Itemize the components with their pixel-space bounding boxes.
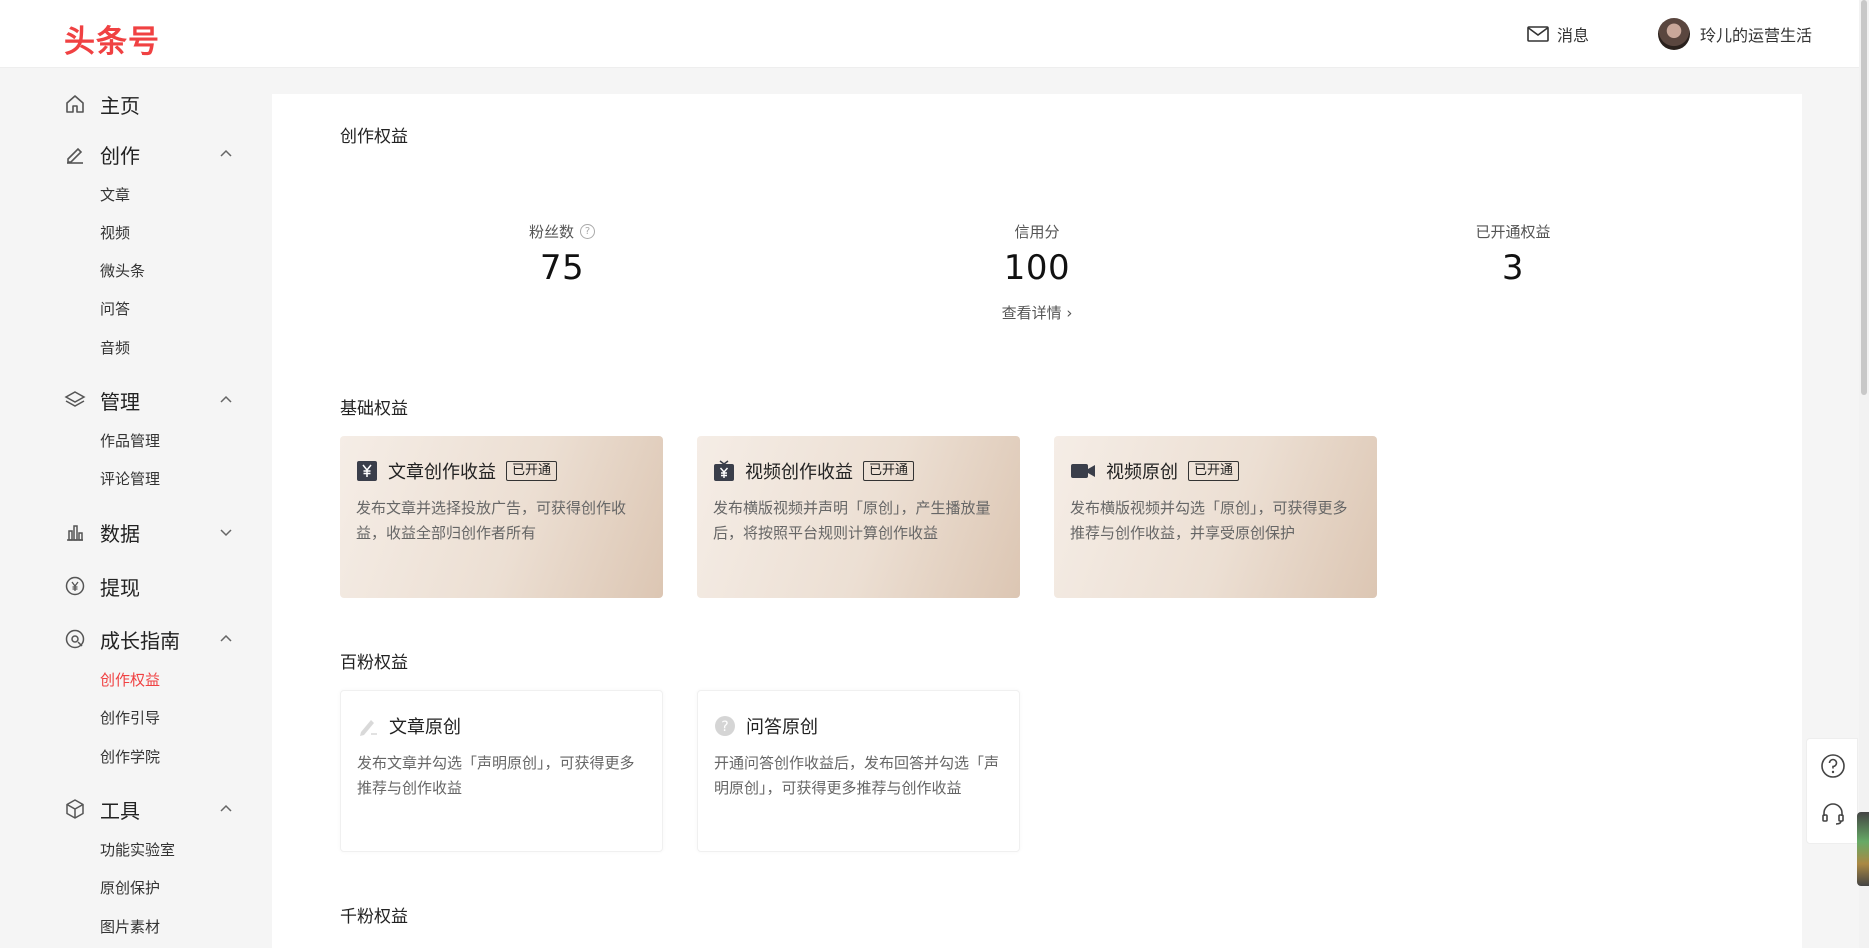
svg-text:?: ? [721, 719, 728, 735]
card-title: 文章原创 [389, 717, 461, 738]
sidebar-item-image-assets[interactable]: 图片素材 [100, 916, 160, 938]
user-menu[interactable]: 玲儿的运营生活 [1658, 17, 1812, 51]
scrollbar-thumb[interactable] [1861, 0, 1867, 395]
rights-stat: 已开通权益 3 [1383, 220, 1643, 289]
fans-label: 粉丝数 [528, 222, 574, 241]
chevron-up-icon[interactable] [218, 631, 234, 647]
fans-value: 75 [539, 248, 585, 288]
layers-icon [64, 389, 86, 411]
card-title: 问答原创 [746, 717, 818, 738]
sidebar-item-label: 成长指南 [100, 628, 180, 653]
compass-icon [64, 628, 86, 650]
bar-chart-icon [64, 521, 86, 543]
sidebar-item-micro-headline[interactable]: 微头条 [100, 260, 145, 282]
help-icon[interactable]: ? [580, 223, 595, 239]
sidebar-item-video[interactable]: 视频 [100, 222, 130, 244]
help-icon[interactable] [1820, 753, 1846, 779]
sidebar-item-creation-guide[interactable]: 创作引导 [100, 707, 160, 729]
chevron-up-icon[interactable] [218, 392, 234, 408]
sidebar-item-home[interactable]: 主页 [64, 89, 234, 119]
edit-icon [64, 143, 86, 165]
credit-label: 信用分 [1014, 222, 1060, 241]
rights-card[interactable]: 视频创作收益 已开通 发布横版视频并声明「原创」，产生播放量后，将按照平台规则计… [697, 436, 1020, 598]
status-badge: 已开通 [506, 461, 558, 481]
yen-icon [356, 460, 378, 482]
card-description: 发布文章并勾选「声明原创」，可获得更多推荐与创作收益 [357, 754, 635, 797]
floating-toolbar [1806, 738, 1858, 844]
card-title: 视频原创 [1106, 462, 1178, 483]
rights-value: 3 [1501, 248, 1525, 288]
side-widget-handle[interactable] [1857, 812, 1869, 886]
credit-value: 100 [1003, 248, 1071, 288]
sidebar-item-create[interactable]: 创作 [64, 139, 234, 169]
tv-yen-icon [713, 460, 735, 482]
view-details-label: 查看详情 [1001, 304, 1062, 322]
chevron-down-icon[interactable] [218, 524, 234, 540]
sidebar-item-qa[interactable]: 问答 [100, 298, 130, 320]
username: 玲儿的运营生活 [1700, 26, 1813, 45]
sidebar-item-creation-rights[interactable]: 创作权益 [100, 669, 160, 691]
fans-stat: 粉丝数 ? 75 [432, 220, 692, 288]
sidebar-item-creation-academy[interactable]: 创作学院 [100, 746, 160, 768]
rights-label: 已开通权益 [1475, 222, 1551, 241]
sidebar-item-tools[interactable]: 工具 [64, 794, 234, 824]
sidebar: 主页 创作 文章 视频 微头条 问答 音频 管理 作品管理 评论管理 数据 提现… [0, 68, 272, 948]
sidebar-item-comments-manage[interactable]: 评论管理 [100, 468, 160, 490]
sidebar-item-manage[interactable]: 管理 [64, 385, 234, 415]
sidebar-item-feature-lab[interactable]: 功能实验室 [100, 839, 175, 861]
video-camera-icon [1070, 460, 1096, 482]
sidebar-item-original-protection[interactable]: 原创保护 [100, 877, 160, 899]
headset-icon[interactable] [1820, 801, 1846, 827]
rights-card[interactable]: 文章原创 发布文章并勾选「声明原创」，可获得更多推荐与创作收益 [340, 690, 663, 852]
messages-button[interactable]: 消息 [1527, 22, 1589, 46]
sidebar-item-label: 数据 [100, 521, 140, 546]
messages-label: 消息 [1557, 26, 1590, 45]
page-title: 创作权益 [340, 127, 408, 147]
status-badge: 已开通 [1188, 461, 1240, 481]
sidebar-item-works-manage[interactable]: 作品管理 [100, 430, 160, 452]
thousand-fans-rights-title: 千粉权益 [340, 907, 408, 927]
home-icon [64, 93, 86, 115]
hundred-fans-rights-title: 百粉权益 [340, 653, 408, 673]
sidebar-item-data[interactable]: 数据 [64, 517, 234, 547]
card-description: 开通问答创作收益后，发布回答并勾选「声明原创」，可获得更多推荐与创作收益 [714, 754, 1000, 797]
sidebar-item-label: 创作 [100, 143, 140, 168]
pen-icon [357, 715, 379, 737]
card-description: 发布横版视频并勾选「原创」，可获得更多推荐与创作收益，并享受原创保护 [1070, 499, 1348, 542]
mail-icon [1527, 26, 1549, 42]
sidebar-item-label: 提现 [100, 575, 140, 600]
sidebar-item-label: 管理 [100, 389, 140, 414]
main-content: 创作权益 粉丝数 ? 75 信用分 100 查看详情 › 已开通权益 3 基础权… [272, 94, 1802, 948]
status-badge: 已开通 [863, 461, 915, 481]
logo[interactable]: 头条号 [64, 16, 160, 61]
chevron-right-icon: › [1066, 304, 1073, 322]
card-description: 发布文章并选择投放广告，可获得创作收益，收益全部归创作者所有 [356, 499, 627, 542]
top-header: 头条号 消息 玲儿的运营生活 [0, 0, 1869, 68]
rights-card[interactable]: ? 问答原创 开通问答创作收益后，发布回答并勾选「声明原创」，可获得更多推荐与创… [697, 690, 1020, 852]
card-description: 发布横版视频并声明「原创」，产生播放量后，将按照平台规则计算创作收益 [713, 499, 991, 542]
card-title: 视频创作收益 [745, 462, 853, 483]
sidebar-item-growth[interactable]: 成长指南 [64, 624, 234, 654]
basic-rights-title: 基础权益 [340, 399, 408, 419]
credit-stat: 信用分 100 查看详情 › [907, 220, 1167, 323]
yen-circle-icon [64, 575, 86, 597]
sidebar-item-audio[interactable]: 音频 [100, 337, 130, 359]
chevron-up-icon[interactable] [218, 801, 234, 817]
question-icon: ? [714, 715, 736, 737]
view-details-link[interactable]: 查看详情 › [907, 302, 1167, 323]
sidebar-item-withdraw[interactable]: 提现 [64, 571, 234, 601]
rights-card[interactable]: 视频原创 已开通 发布横版视频并勾选「原创」，可获得更多推荐与创作收益，并享受原… [1054, 436, 1377, 598]
sidebar-item-label: 主页 [100, 93, 140, 118]
rights-card[interactable]: 文章创作收益 已开通 发布文章并选择投放广告，可获得创作收益，收益全部归创作者所… [340, 436, 663, 598]
avatar [1658, 18, 1690, 50]
sidebar-item-article[interactable]: 文章 [100, 184, 130, 206]
chevron-up-icon[interactable] [218, 146, 234, 162]
sidebar-item-label: 工具 [100, 798, 140, 823]
card-title: 文章创作收益 [388, 462, 496, 483]
box-icon [64, 798, 86, 820]
